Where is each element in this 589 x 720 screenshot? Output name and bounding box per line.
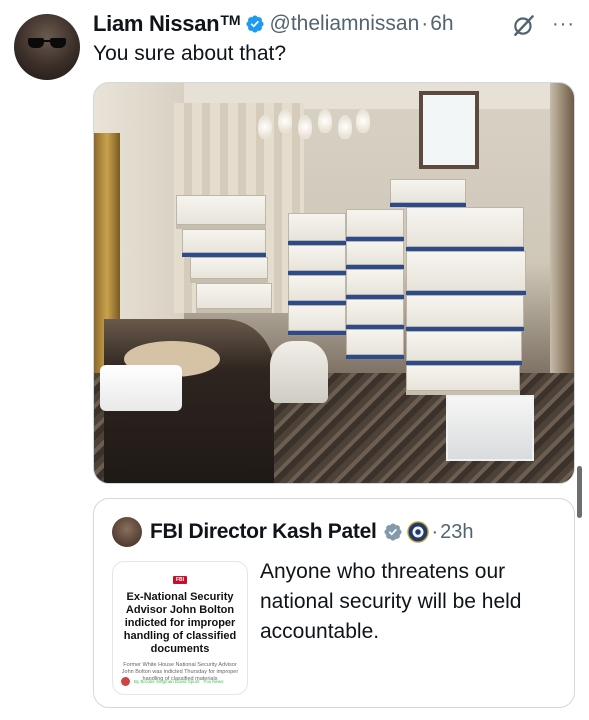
author-avatar[interactable] xyxy=(14,14,80,80)
photo-box xyxy=(390,179,466,207)
quoted-author-name[interactable]: FBI Director Kash Patel xyxy=(150,520,377,544)
photo-box xyxy=(406,331,522,365)
news-source: Fox News xyxy=(203,679,224,684)
news-headline: Ex-National Security Advisor John Bolton… xyxy=(123,591,237,655)
photo-box xyxy=(406,295,524,331)
photo-chandelier xyxy=(252,83,372,143)
photo-storage-bin xyxy=(446,395,534,461)
photo-box xyxy=(288,305,346,335)
quoted-tweet-text: Anyone who threatens our national securi… xyxy=(260,560,522,643)
photo-box xyxy=(182,229,266,257)
fbi-seal-icon xyxy=(406,521,429,543)
author-handle[interactable]: @theliamnissan xyxy=(270,12,420,36)
verified-badge-icon xyxy=(383,523,402,541)
photo-box xyxy=(406,207,524,251)
author-photo-icon xyxy=(121,677,130,686)
photo-box xyxy=(406,251,526,295)
news-byline: By Brooke Singman David Spunt xyxy=(134,679,200,684)
photo-box xyxy=(346,269,404,299)
photo-box xyxy=(288,275,346,305)
verified-badge-icon xyxy=(245,15,264,33)
author-name[interactable]: Liam Nissan xyxy=(93,11,220,37)
quoted-tweet-timestamp[interactable]: 23h xyxy=(440,521,473,544)
quoted-author-avatar[interactable] xyxy=(112,517,142,547)
trademark-label: TM xyxy=(220,12,241,28)
quoted-tweet-header: FBI Director Kash Patel · 23h xyxy=(150,517,474,547)
sunglasses-icon xyxy=(28,38,66,48)
photo-box xyxy=(346,241,404,269)
photo-box xyxy=(346,299,404,329)
news-card[interactable]: FBI Ex-National Security Advisor John Bo… xyxy=(112,561,248,695)
news-byline-row: By Brooke Singman David Spunt Fox News xyxy=(121,677,224,686)
tweet-header: Liam Nissan TM @theliamnissan · 6h ··· xyxy=(93,9,575,39)
photo-box xyxy=(196,283,272,313)
more-options-icon[interactable]: ··· xyxy=(552,13,575,36)
photo-box xyxy=(288,245,346,275)
photo-window xyxy=(419,91,479,169)
photo-box xyxy=(346,329,404,359)
tweet-photo[interactable] xyxy=(93,82,575,484)
photo-box xyxy=(176,195,266,229)
separator-dot: · xyxy=(431,520,439,543)
quoted-tweet[interactable]: FBI Director Kash Patel · 23h FBI Ex-Nat… xyxy=(93,498,575,708)
scrollbar[interactable] xyxy=(577,466,582,518)
tweet-text: You sure about that? xyxy=(93,42,287,65)
photo-box xyxy=(190,257,268,283)
separator-dot: · xyxy=(421,12,429,35)
photo-towels xyxy=(100,365,182,411)
photo-box xyxy=(346,209,404,241)
photo-box xyxy=(288,213,346,245)
grok-icon[interactable] xyxy=(511,12,537,38)
photo-box xyxy=(406,365,520,395)
photo-toilet xyxy=(270,341,328,403)
tweet-timestamp[interactable]: 6h xyxy=(430,12,453,36)
news-logo: FBI xyxy=(172,576,188,584)
